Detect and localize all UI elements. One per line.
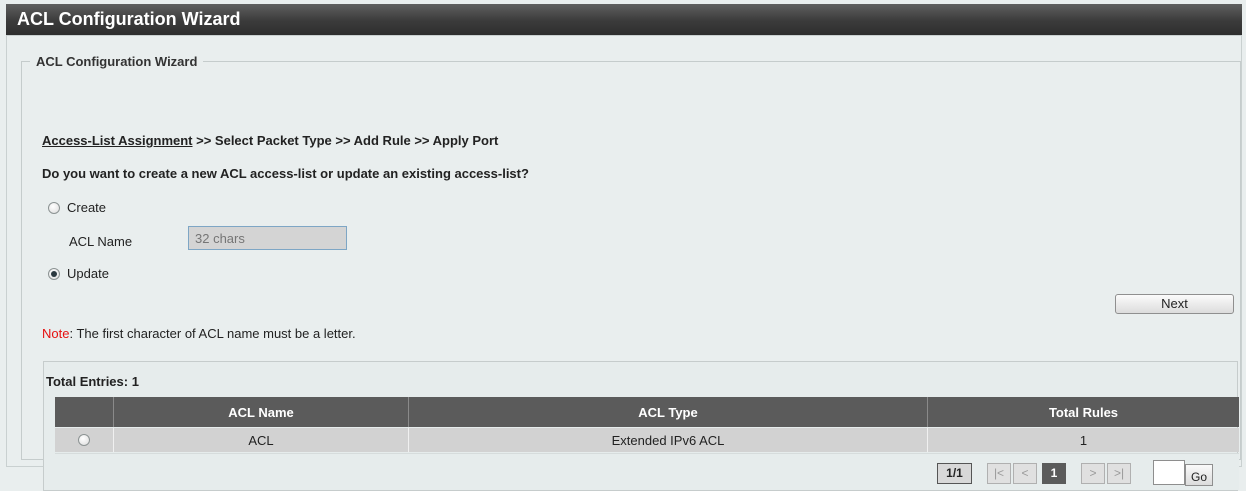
update-label: Update — [67, 266, 109, 281]
last-page-button[interactable]: >| — [1107, 463, 1131, 484]
col-acl-name-header: ACL Name — [114, 397, 409, 427]
page-count: 1/1 — [937, 463, 972, 484]
wizard-legend: ACL Configuration Wizard — [36, 54, 198, 69]
total-entries: Total Entries: 1 — [46, 374, 139, 389]
table-row[interactable]: ACL Extended IPv6 ACL 1 — [55, 428, 1239, 452]
breadcrumb: Access-List Assignment >> Select Packet … — [42, 133, 498, 148]
page-number-input[interactable] — [1153, 460, 1185, 485]
go-button[interactable]: Go — [1185, 464, 1213, 486]
content-panel: ACL Configuration Wizard Access-List Ass… — [6, 35, 1242, 491]
row-select-cell[interactable] — [55, 428, 114, 452]
pagination: 1/1 |< < 1 > >| Go — [55, 453, 1239, 490]
table-header: ACL Name ACL Type Total Rules — [55, 397, 1239, 427]
acl-name-input[interactable] — [188, 226, 347, 250]
prev-page-button[interactable]: < — [1013, 463, 1037, 484]
first-page-button[interactable]: |< — [987, 463, 1011, 484]
create-option[interactable]: Create — [48, 200, 106, 215]
window-title: ACL Configuration Wizard — [6, 4, 1242, 35]
row-select-radio[interactable] — [78, 434, 90, 446]
create-radio[interactable] — [48, 201, 60, 214]
col-select-header — [55, 397, 114, 427]
row-acl-type: Extended IPv6 ACL — [409, 428, 928, 452]
breadcrumb-rest: >> Select Packet Type >> Add Rule >> App… — [192, 133, 499, 148]
note-body: : The first character of ACL name must b… — [69, 326, 356, 341]
next-page-button[interactable]: > — [1081, 463, 1105, 484]
update-radio[interactable] — [48, 267, 60, 280]
acl-table-panel: Total Entries: 1 ACL Name ACL Type Total… — [43, 361, 1239, 491]
next-button[interactable]: Next — [1115, 294, 1234, 314]
acl-name-label: ACL Name — [69, 234, 133, 249]
note-label: Note — [42, 326, 70, 341]
col-total-rules-header: Total Rules — [1048, 404, 1119, 420]
wizard-fieldset: ACL Configuration Wizard Access-List Ass… — [21, 54, 1241, 491]
wizard-question: Do you want to create a new ACL access-l… — [42, 166, 529, 181]
note-text: Note: The first character of ACL name mu… — [42, 326, 356, 341]
row-acl-name: ACL — [114, 428, 409, 452]
row-total-rules: 1 — [1079, 432, 1088, 448]
breadcrumb-current: Access-List Assignment — [42, 133, 193, 148]
current-page-button[interactable]: 1 — [1042, 463, 1066, 484]
create-label: Create — [67, 200, 107, 215]
col-acl-type-header: ACL Type — [409, 397, 928, 427]
update-option[interactable]: Update — [48, 266, 109, 281]
